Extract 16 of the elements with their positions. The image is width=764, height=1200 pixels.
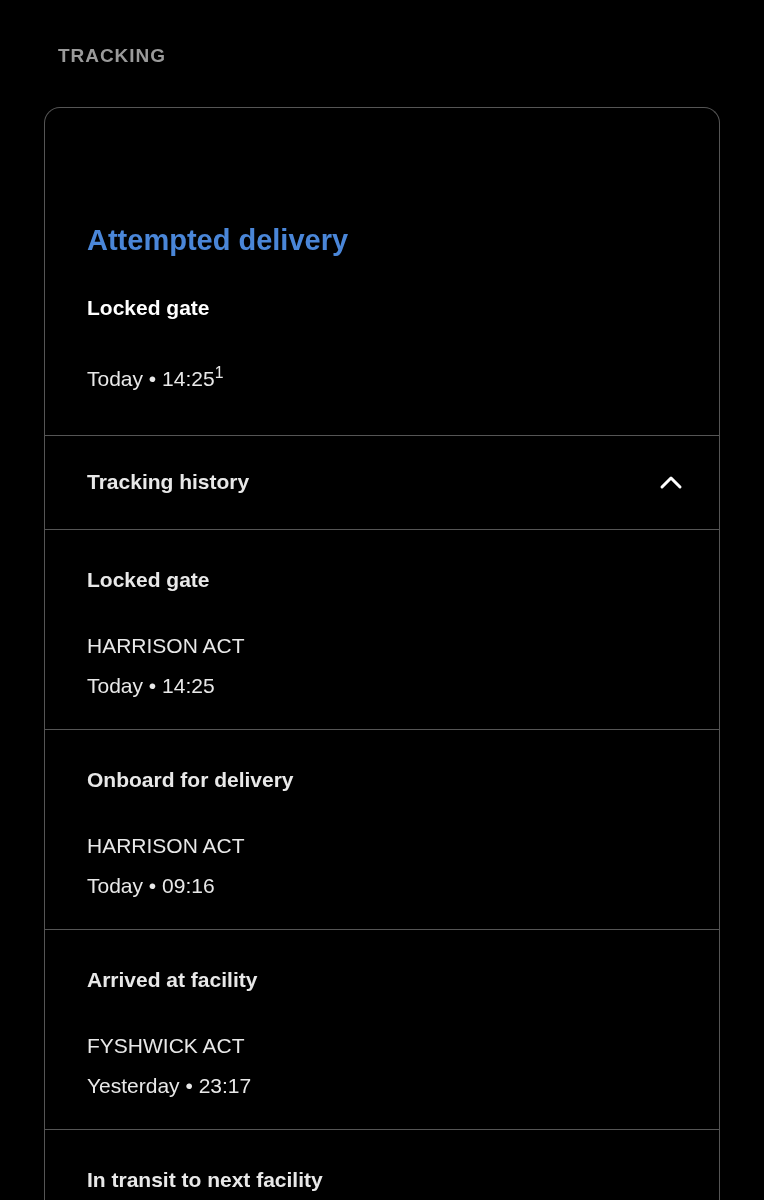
event-time: Today • 14:25 [87,672,216,699]
event-time: Yesterday • 23:17 [87,1072,253,1099]
status-time: Today • 14:25$^{1}$ [87,363,225,392]
status-reason: Locked gate [87,294,211,321]
event-time: Today • 09:16 [87,872,216,899]
tracking-history-toggle[interactable]: Tracking history [45,434,719,530]
status-title: Attempted delivery [87,222,350,258]
event-location: HARRISON ACT [87,632,246,659]
event-location: HARRISON ACT [87,832,246,859]
chevron-up-icon [659,474,683,490]
event-title: In transit to next facility [87,1166,324,1193]
event-title: Onboard for delivery [87,766,295,793]
event-title: Arrived at facility [87,966,259,993]
section-heading: TRACKING [58,45,166,66]
event-title: Locked gate [87,566,211,593]
event-location: FYSHWICK ACT [87,1032,246,1059]
